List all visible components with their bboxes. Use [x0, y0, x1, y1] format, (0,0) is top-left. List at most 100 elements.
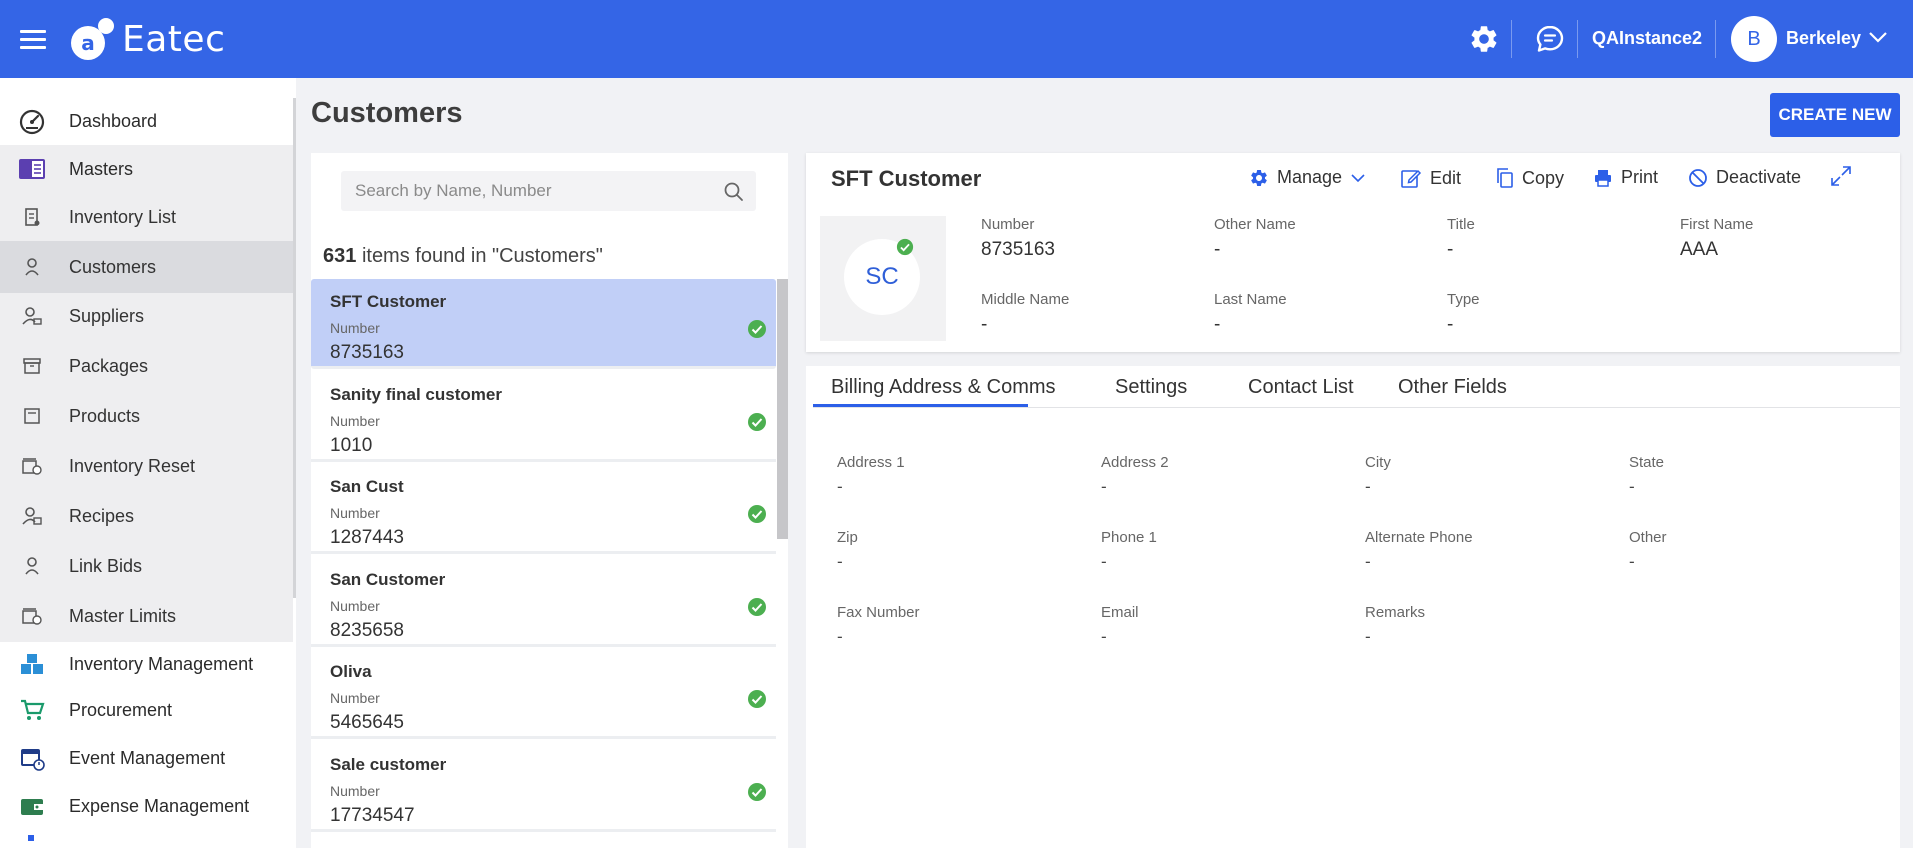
field-title: Title -	[1447, 216, 1475, 261]
supplier-icon	[18, 302, 46, 330]
list-item[interactable]: San Cust Number 1287443	[311, 464, 776, 554]
sidebar-item-suppliers[interactable]: Suppliers	[0, 292, 293, 340]
sidebar-item-label: Inventory List	[69, 206, 177, 227]
settings-gear-icon[interactable]	[1466, 21, 1502, 57]
list-item[interactable]: SFT Customer Number 8735163	[311, 279, 776, 369]
field-label: Fax Number	[837, 604, 920, 621]
divider	[1715, 20, 1716, 58]
edit-button[interactable]: Edit	[1400, 167, 1461, 189]
sidebar-scrollbar[interactable]	[293, 98, 296, 598]
field-label: Other	[1629, 529, 1667, 546]
sidebar-item-dashboard[interactable]: Dashboard	[0, 97, 293, 145]
list-scrollbar[interactable]	[777, 279, 788, 539]
chat-bubble-icon[interactable]	[1532, 21, 1568, 57]
sidebar-item-label: Inventory Reset	[69, 455, 196, 476]
package-icon	[18, 352, 46, 380]
print-label: Print	[1621, 167, 1659, 187]
tab-contact-list[interactable]: Contact List	[1248, 376, 1354, 399]
user-avatar[interactable]: B	[1731, 16, 1777, 62]
expand-icon[interactable]	[1830, 165, 1852, 187]
field-label: Other Name	[1214, 216, 1296, 233]
field-first-name: First Name AAA	[1680, 216, 1753, 261]
create-new-button[interactable]: CREATE NEW	[1770, 93, 1900, 137]
field-value: -	[1101, 552, 1107, 571]
field-last-name: Last Name -	[1214, 291, 1287, 336]
app-name: Eatec	[122, 18, 226, 60]
sidebar-item-master-limits[interactable]: Master Limits	[0, 592, 293, 640]
tab-billing-address[interactable]: Billing Address & Comms	[831, 376, 1056, 399]
sidebar-item-masters[interactable]: Masters	[0, 145, 293, 193]
copy-label: Copy	[1522, 167, 1565, 188]
gear-icon	[1251, 169, 1267, 186]
limits-icon	[18, 602, 46, 630]
sidebar-item-customers[interactable]: Customers	[0, 241, 293, 293]
print-button[interactable]: Print	[1593, 167, 1658, 188]
active-tab-indicator	[813, 404, 1028, 407]
tab-other-fields[interactable]: Other Fields	[1398, 376, 1507, 399]
product-icon	[18, 402, 46, 430]
instance-name[interactable]: QAInstance2	[1592, 28, 1702, 49]
cart-icon	[18, 696, 46, 724]
field-value: -	[1214, 239, 1221, 260]
customer-list-panel: 631 items found in "Customers" SFT Custo…	[311, 153, 788, 848]
sidebar-item-link-bids[interactable]: Link Bids	[0, 542, 293, 590]
deactivate-button[interactable]: Deactivate	[1688, 167, 1801, 188]
sidebar-item-event-management[interactable]: Event Management	[0, 734, 293, 782]
sidebar-item-label: Masters	[69, 158, 134, 179]
wallet-icon	[18, 792, 46, 820]
eatec-logo-icon: a	[71, 18, 114, 60]
svg-text:a: a	[81, 31, 95, 55]
book-icon	[18, 155, 46, 183]
list-item[interactable]: San Customer Number 8235658	[311, 557, 776, 647]
field-label: State	[1629, 454, 1665, 471]
list-item[interactable]: Sanity final customer Number 1010	[311, 372, 776, 462]
check-circle-icon	[748, 413, 766, 431]
sidebar-item-expense-management[interactable]: Expense Management	[0, 782, 293, 830]
person-icon	[18, 253, 46, 281]
user-name[interactable]: Berkeley	[1786, 28, 1861, 49]
check-circle-icon	[748, 320, 766, 338]
sidebar-item-recipes[interactable]: Recipes	[0, 492, 293, 540]
field-remarks: Remarks -	[1365, 604, 1425, 647]
page-title: Customers	[311, 97, 463, 129]
sidebar-item-products[interactable]: Products	[0, 392, 293, 440]
field-value: -	[1365, 627, 1371, 646]
field-value: -	[1447, 314, 1454, 335]
hamburger-menu-icon[interactable]	[20, 30, 46, 50]
sidebar-item-inventory-management[interactable]: Inventory Management	[0, 640, 293, 688]
field-label: Type	[1447, 291, 1480, 308]
deactivate-label: Deactivate	[1716, 167, 1802, 187]
block-icon	[1689, 168, 1707, 187]
manage-menu[interactable]: Manage	[1249, 167, 1366, 188]
sidebar-item-label: Inventory Management	[69, 653, 254, 674]
list-item[interactable]: Sale customer Number 17734547	[311, 742, 776, 832]
sidebar-item-procurement[interactable]: Procurement	[0, 686, 293, 734]
edit-label: Edit	[1430, 167, 1462, 188]
number-label: Number	[330, 505, 380, 521]
field-type: Type -	[1447, 291, 1480, 336]
list-item[interactable]: Oliva Number 5465645	[311, 649, 776, 739]
number-label: Number	[330, 413, 380, 429]
copy-button[interactable]: Copy	[1496, 167, 1564, 189]
search-box	[341, 171, 756, 211]
search-icon[interactable]	[723, 181, 745, 203]
sidebar-item-label: Customers	[69, 256, 157, 277]
sidebar-item-inventory-list[interactable]: Inventory List	[0, 193, 293, 241]
search-input[interactable]	[355, 171, 715, 211]
sidebar-item-packages[interactable]: Packages	[0, 342, 293, 390]
customer-name: San Cust	[330, 477, 404, 496]
field-value: -	[1214, 314, 1221, 335]
sidebar-item-label: Expense Management	[69, 795, 250, 816]
detail-title: SFT Customer	[831, 166, 982, 191]
field-value: 8735163	[981, 239, 1055, 260]
app-logo[interactable]: a Eatec	[70, 14, 225, 64]
sidebar-item-inventory-reset[interactable]: Inventory Reset	[0, 442, 293, 490]
field-email: Email -	[1101, 604, 1139, 647]
tab-settings[interactable]: Settings	[1115, 376, 1187, 399]
field-value: -	[1101, 627, 1107, 646]
field-label: City	[1365, 454, 1391, 471]
check-circle-icon	[748, 505, 766, 523]
field-value: -	[1365, 552, 1371, 571]
field-alternate-phone: Alternate Phone -	[1365, 529, 1473, 572]
chevron-down-icon[interactable]	[1868, 30, 1888, 44]
